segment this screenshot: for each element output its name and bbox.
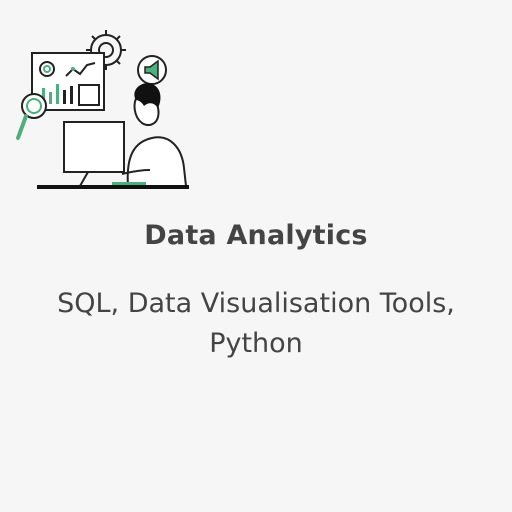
magnifier-icon <box>16 93 47 140</box>
card-subtitle: SQL, Data Visualisation Tools, Python <box>57 288 455 359</box>
card: Data Analytics SQL, Data Visualisation T… <box>0 0 512 512</box>
megaphone-icon <box>137 55 167 85</box>
person-icon <box>121 83 187 187</box>
data-analyst-illustration <box>16 30 189 189</box>
monitor-icon <box>63 121 125 187</box>
card-title: Data Analytics <box>144 220 368 251</box>
